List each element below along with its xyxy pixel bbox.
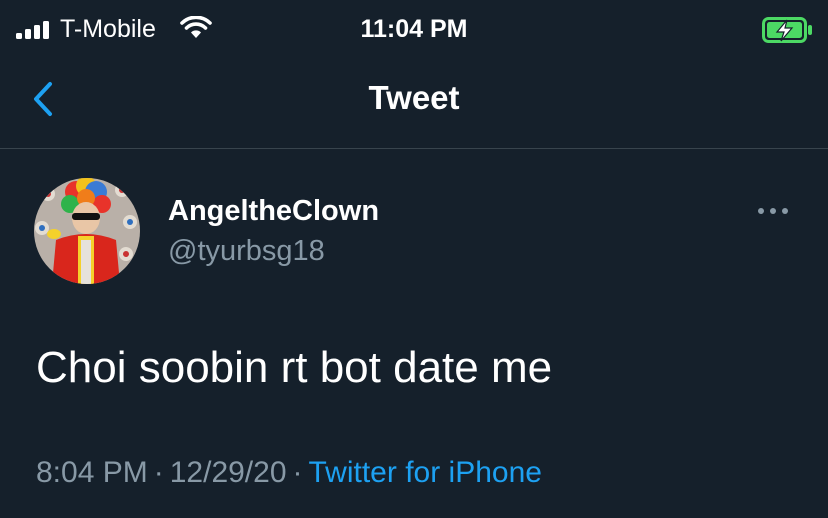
- author-handle[interactable]: @tyurbsg18: [168, 233, 325, 269]
- tweet-text: Choi soobin rt bot date me: [36, 343, 553, 392]
- tweet-date: 12/29/20: [169, 456, 287, 489]
- tweet-meta: 8:04 PM · 12/29/20 · Twitter for iPhone: [36, 453, 542, 493]
- avatar[interactable]: [34, 178, 140, 284]
- meta-separator: ·: [153, 456, 164, 489]
- status-bar: T-Mobile 11:04 PM: [0, 0, 828, 58]
- clown-avatar: [34, 178, 140, 284]
- tweet-detail-screen: T-Mobile 11:04 PM Tweet AngeltheClown @t…: [0, 0, 828, 518]
- author-display-name[interactable]: AngeltheClown: [168, 193, 379, 229]
- page-title: Tweet: [368, 79, 460, 116]
- tweet-time: 8:04 PM: [36, 456, 148, 489]
- tweet-source-link[interactable]: Twitter for iPhone: [309, 456, 542, 489]
- more-options-button[interactable]: [748, 196, 798, 226]
- navigation-bar: Tweet: [0, 58, 828, 149]
- meta-separator: ·: [292, 456, 303, 489]
- battery-charging-icon: [762, 17, 812, 43]
- status-time: 11:04 PM: [360, 15, 468, 43]
- more-horizontal-icon: [758, 208, 788, 214]
